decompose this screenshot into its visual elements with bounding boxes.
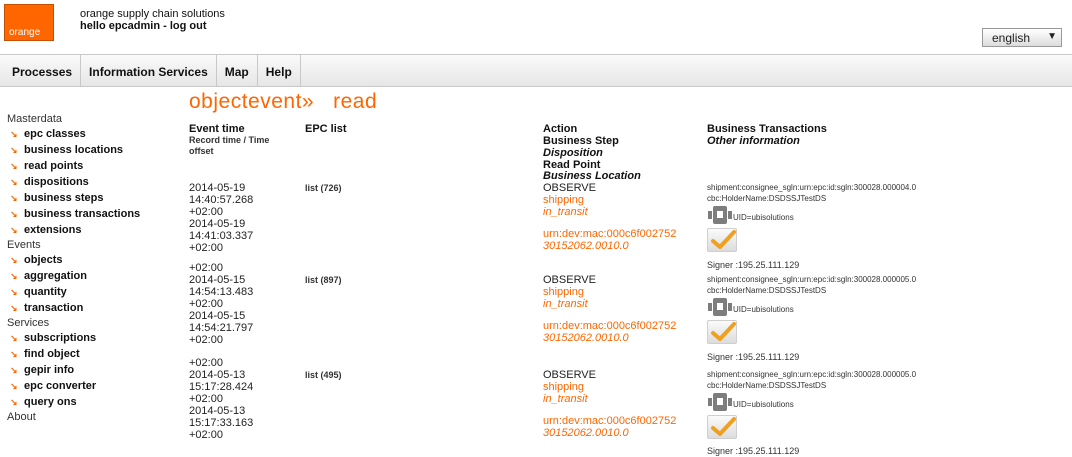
action-cell: OBSERVE shipping in_transit [543, 369, 596, 405]
event-time-cell: 2014-05-15 14:54:13.483 +02:00 2014-05-1… [189, 274, 254, 346]
time-offset-text: +02:00 [189, 262, 223, 274]
business-step-link[interactable]: shipping [543, 194, 596, 206]
language-value: english [992, 31, 1031, 45]
page-title: objectevent» read [189, 90, 378, 113]
disposition-link[interactable]: in_transit [543, 206, 596, 218]
event-time-cell: 2014-05-13 15:17:28.424 +02:00 2014-05-1… [189, 369, 254, 441]
epc-list-link[interactable]: list (897) [305, 274, 342, 286]
business-step-link[interactable]: shipping [543, 381, 596, 393]
read-point-link[interactable]: urn:dev:mac:000c6f002752 30152062.0010.0 [543, 415, 676, 439]
business-transaction-cell: shipment:consignee_sgln:urn:epc:id:sgln:… [707, 183, 917, 203]
disposition-link[interactable]: in_transit [543, 393, 596, 405]
checkmark-icon[interactable] [707, 228, 737, 252]
logo-text: orange [9, 27, 41, 38]
business-step-link[interactable]: shipping [543, 286, 596, 298]
column-header-business-step: Business Step [543, 135, 619, 147]
disposition-link[interactable]: in_transit [543, 298, 596, 310]
arrow-bullet-icon: ↘ [10, 145, 18, 155]
epc-list-link[interactable]: list (495) [305, 369, 342, 381]
nav-tab-processes[interactable]: Processes [0, 55, 82, 86]
table-row: 2014-05-19 14:40:57.268 +02:00 2014-05-1… [0, 182, 1072, 274]
column-header-business-location: Business Location [543, 170, 641, 182]
action-cell: OBSERVE shipping in_transit [543, 274, 596, 310]
checkmark-icon[interactable] [707, 320, 737, 344]
sidebar-item-read-points[interactable]: ↘ read points [7, 158, 182, 174]
uid-text: UID=ubisolutions [733, 400, 794, 409]
column-header-business-transactions: Business Transactions [707, 123, 827, 135]
column-header-record-time-line2: offset [189, 146, 214, 156]
dropdown-arrow-icon: ▼ [1047, 31, 1057, 42]
certificate-icon[interactable] [707, 393, 733, 411]
main-nav: Processes Information Services Map Help [0, 54, 1072, 87]
nav-tab-information-services[interactable]: Information Services [81, 55, 217, 86]
certificate-icon[interactable] [707, 206, 733, 224]
checkmark-icon[interactable] [707, 415, 737, 439]
column-header-epc-list: EPC list [305, 123, 347, 135]
epc-list-link[interactable]: list (726) [305, 182, 342, 194]
read-point-link[interactable]: urn:dev:mac:000c6f002752 30152062.0010.0 [543, 320, 676, 344]
arrow-bullet-icon: ↘ [10, 129, 18, 139]
column-header-disposition: Disposition [543, 147, 603, 159]
greeting-logout[interactable]: hello epcadmin - log out [80, 20, 207, 32]
language-select[interactable]: english ▼ [982, 28, 1062, 47]
signer-text: Signer :195.25.111.129 [707, 352, 800, 362]
column-header-record-time-line1: Record time / Time [189, 135, 270, 145]
table-row: 2014-05-15 14:54:13.483 +02:00 2014-05-1… [0, 274, 1072, 366]
table-row: 2014-05-13 15:17:28.424 +02:00 2014-05-1… [0, 369, 1072, 457]
orange-logo[interactable]: orange [4, 4, 54, 41]
read-point-link[interactable]: urn:dev:mac:000c6f002752 30152062.0010.0 [543, 228, 676, 252]
sidebar-item-business-locations[interactable]: ↘ business locations [7, 142, 182, 158]
signer-text: Signer :195.25.111.129 [707, 260, 800, 270]
uid-text: UID=ubisolutions [733, 213, 794, 222]
sidebar-item-epc-classes[interactable]: ↘ epc classes [7, 126, 182, 142]
time-offset-text: +02:00 [189, 357, 223, 369]
uid-text: UID=ubisolutions [733, 305, 794, 314]
company-name: orange supply chain solutions [80, 8, 225, 20]
column-header-other-information: Other information [707, 135, 800, 147]
column-header-event-time: Event time [189, 123, 245, 135]
business-transaction-cell: shipment:consignee_sgln:urn:epc:id:sgln:… [707, 370, 917, 390]
nav-tab-help[interactable]: Help [258, 55, 301, 86]
nav-tab-map[interactable]: Map [217, 55, 258, 86]
sidebar-group-masterdata[interactable]: Masterdata [7, 112, 182, 126]
certificate-icon[interactable] [707, 298, 733, 316]
column-header-action: Action [543, 123, 578, 135]
action-cell: OBSERVE shipping in_transit [543, 182, 596, 218]
arrow-bullet-icon: ↘ [10, 161, 18, 171]
business-transaction-cell: shipment:consignee_sgln:urn:epc:id:sgln:… [707, 275, 917, 295]
signer-text: Signer :195.25.111.129 [707, 446, 800, 456]
event-time-cell: 2014-05-19 14:40:57.268 +02:00 2014-05-1… [189, 182, 254, 254]
